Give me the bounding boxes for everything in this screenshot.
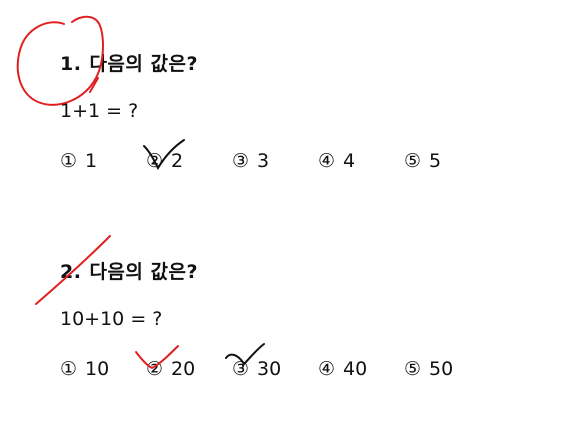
choice-value: 50	[429, 358, 454, 380]
choice-marker: ②	[146, 150, 164, 172]
choice-marker: ②	[146, 358, 164, 380]
choice-value: 3	[257, 150, 270, 172]
choice-1[interactable]: ① 10	[60, 358, 109, 380]
question-number: 2.	[60, 261, 82, 283]
choice-2[interactable]: ② 20	[146, 358, 195, 380]
choice-value: 2	[171, 150, 184, 172]
choice-marker: ⑤	[404, 358, 422, 380]
red-circle-tail	[89, 77, 99, 93]
choice-5[interactable]: ⑤5	[404, 150, 441, 172]
choice-marker: ③	[232, 150, 250, 172]
choice-2[interactable]: ②2	[146, 150, 183, 172]
choice-list: ① 10 ② 20 ③ 30 ④ 40 ⑤ 50	[60, 358, 540, 386]
choice-marker: ④	[318, 358, 336, 380]
choice-3[interactable]: ③ 30	[232, 358, 281, 380]
choice-list: ①1 ②2 ③3 ④4 ⑤5	[60, 150, 540, 178]
choice-4[interactable]: ④ 40	[318, 358, 367, 380]
choice-value: 5	[429, 150, 442, 172]
choice-value: 20	[171, 358, 196, 380]
choice-marker: ④	[318, 150, 336, 172]
choice-marker: ①	[60, 358, 78, 380]
question-title: 1. 다음의 값은?	[60, 49, 198, 76]
question-title: 2. 다음의 값은?	[60, 257, 198, 284]
choice-value: 1	[85, 150, 98, 172]
question-expression: 1+1 = ?	[60, 100, 139, 122]
choice-value: 10	[85, 358, 110, 380]
question-expression: 10+10 = ?	[60, 308, 163, 330]
question-prompt: 다음의 값은?	[89, 261, 198, 283]
choice-value: 4	[343, 150, 356, 172]
choice-3[interactable]: ③3	[232, 150, 269, 172]
choice-marker: ③	[232, 358, 250, 380]
choice-1[interactable]: ①1	[60, 150, 97, 172]
choice-marker: ①	[60, 150, 78, 172]
choice-marker: ⑤	[404, 150, 422, 172]
choice-4[interactable]: ④4	[318, 150, 355, 172]
question-number: 1.	[60, 53, 82, 75]
question-prompt: 다음의 값은?	[89, 53, 198, 75]
choice-value: 30	[257, 358, 282, 380]
choice-5[interactable]: ⑤ 50	[404, 358, 453, 380]
choice-value: 40	[343, 358, 368, 380]
